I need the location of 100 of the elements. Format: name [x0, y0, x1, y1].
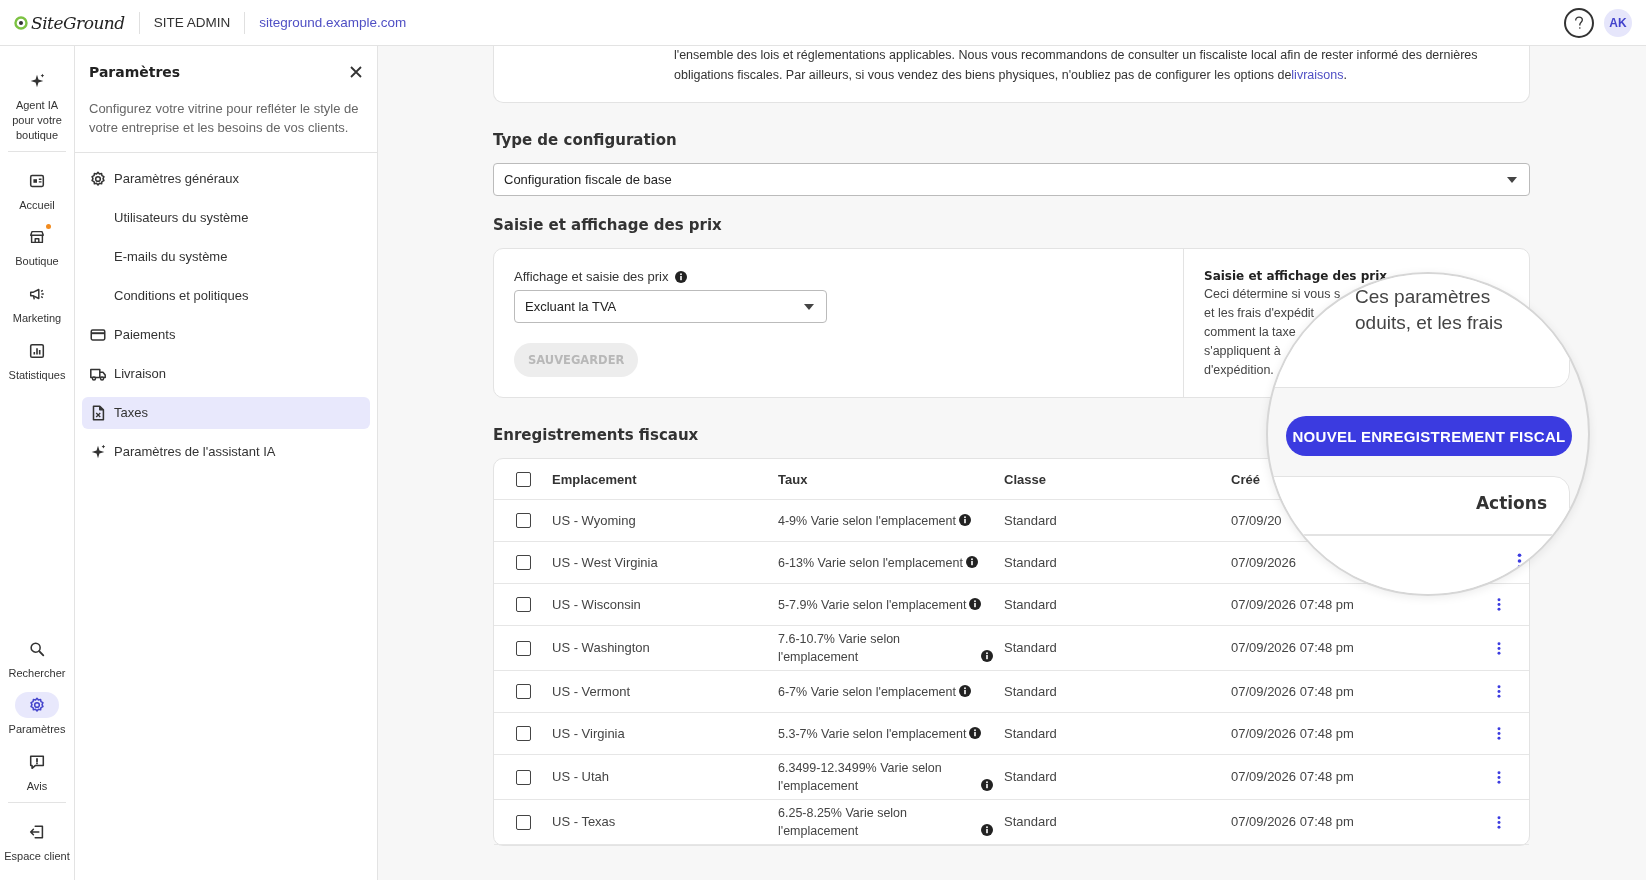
column-header: Taux	[778, 471, 809, 487]
help-icon[interactable]	[1564, 7, 1594, 38]
rail-item[interactable]: Statistiques	[8, 338, 66, 383]
help-text: Ceci détermine si vous s	[1204, 286, 1341, 303]
settings-menu-item[interactable]: Paramètres généraux	[82, 162, 370, 195]
table-cell-text: Standard	[1004, 682, 1058, 701]
table-cell-text: 07/09/2026 07:48 pm	[1231, 724, 1355, 743]
table-cell-text: 7.6-10.7% Varie selon l'emplacement	[778, 631, 902, 666]
table-cell-text: US - Wyoming	[552, 511, 637, 530]
table-cell-text: Standard	[1004, 553, 1058, 572]
row-checkbox[interactable]	[516, 555, 531, 570]
table-cell-text: 07/09/2026 07:48 pm	[1231, 639, 1355, 657]
rail-item[interactable]: Paramètres	[0, 692, 74, 738]
section-heading: Enregistrements fiscaux	[493, 426, 699, 444]
table-cell-text: Standard	[1004, 639, 1058, 657]
column-header: Créé	[1231, 471, 1261, 487]
close-icon[interactable]	[349, 65, 363, 79]
more-icon[interactable]	[1497, 770, 1501, 784]
settings-menu-item[interactable]: Paramètres de l'assistant IA	[82, 435, 370, 468]
row-checkbox[interactable]	[516, 640, 531, 656]
rail-item[interactable]: Boutique	[8, 224, 66, 270]
info-icon	[981, 824, 993, 836]
rail-item[interactable]: Avis	[0, 749, 74, 795]
magnified-text: oduits, et les frais	[1355, 312, 1503, 334]
column-header: Emplacement	[552, 471, 638, 487]
panel-title: Paramètres	[89, 64, 181, 80]
table-cell-text: US - Texas	[552, 813, 617, 831]
help-title: Saisie et affichage des prix	[1204, 269, 1388, 283]
table-cell-text: Standard	[1004, 813, 1058, 831]
table-cell-text: 4-9% Varie selon l'emplacement	[778, 512, 956, 530]
panel-description: Configurez votre vitrine pour refléter le style de votre entreprise et les besoins de vos clients.	[89, 100, 360, 137]
settings-menu-item[interactable]: Taxes	[82, 396, 370, 429]
table-cell-text: 6-13% Varie selon l'emplacement	[778, 554, 963, 572]
more-icon[interactable]	[1497, 685, 1501, 698]
info-icon	[969, 726, 982, 739]
new-tax-record-button[interactable]: NOUVEL ENREGISTREMENT FISCAL	[1286, 416, 1572, 456]
row-checkbox[interactable]	[516, 814, 531, 830]
table-cell-text: Standard	[1004, 724, 1058, 743]
table-cell-text: Standard	[1004, 768, 1058, 786]
notice-text: l'ensemble des lois et réglementations applicables. Nous vous recommandons de consulter un fiscaliste local afin de rester informé des dernières obligations fiscales. Par ailleurs, si vous vendez des biens physiques, n'oubliez pas de configurer les options delivraisons.	[674, 47, 1479, 84]
info-icon	[965, 555, 978, 568]
info-icon	[958, 684, 971, 697]
table-cell-text: 5.3-7% Varie selon l'emplacement	[778, 725, 967, 743]
help-text: comment la taxe	[1204, 324, 1296, 341]
price-display-select[interactable]: Excluant la TVA	[514, 290, 827, 323]
settings-icon	[28, 696, 46, 715]
rail-item[interactable]: Rechercher	[0, 635, 74, 681]
info-icon	[958, 513, 971, 526]
field-label: Affichage et saisie des prix	[514, 269, 669, 284]
section-heading: Saisie et affichage des prix	[493, 216, 722, 234]
table-cell-text: Standard	[1004, 511, 1058, 530]
rail-item[interactable]: Agent IA pour votre boutique	[0, 68, 74, 143]
table-cell-text: US - Vermont	[552, 682, 632, 701]
table-cell-text: US - West Virginia	[552, 553, 659, 572]
domain-link[interactable]: siteground.example.com	[259, 15, 407, 30]
more-icon[interactable]	[1497, 641, 1501, 655]
search-icon	[28, 639, 46, 658]
more-icon[interactable]	[1497, 727, 1501, 740]
row-checkbox[interactable]	[516, 684, 531, 699]
table-cell-text: 07/09/2026 07:48 pm	[1231, 682, 1355, 701]
table-cell-text: 6.3499-12.3499% Varie selon l'emplacement	[778, 760, 943, 795]
settings-menu-item[interactable]: Conditions et politiques	[82, 279, 370, 312]
info-icon	[969, 597, 982, 610]
settings-menu-item[interactable]: E-mails du système	[82, 240, 370, 273]
table-cell-text: US - Wisconsin	[552, 595, 642, 614]
user-avatar[interactable]: AK	[1604, 8, 1632, 37]
more-icon[interactable]	[1497, 598, 1501, 611]
select-all-checkbox[interactable]	[516, 471, 531, 487]
caret-icon	[1507, 176, 1517, 183]
table-cell-text: 6.25-8.25% Varie selon l'emplacement	[778, 805, 909, 840]
table-cell-text: 07/09/2026 07:48 pm	[1231, 595, 1355, 614]
logo-text: SiteGround	[31, 12, 125, 33]
settings-menu-item[interactable]: Paiements	[82, 318, 370, 351]
column-header: Classe	[1004, 471, 1047, 487]
more-icon[interactable]	[1497, 815, 1501, 829]
help-text: s'appliquent à	[1204, 343, 1281, 360]
settings-menu-item[interactable]: Livraison	[82, 357, 370, 390]
row-checkbox[interactable]	[516, 769, 531, 785]
table-cell-text: 07/09/20	[1231, 511, 1283, 530]
logo-icon	[14, 15, 28, 30]
table-cell-text: US - Utah	[552, 768, 611, 786]
site-admin-label: SITE ADMIN	[153, 15, 231, 30]
table-cell-text: 6-7% Varie selon l'emplacement	[778, 683, 956, 701]
help-text: d'expédition.	[1204, 362, 1274, 379]
info-icon	[675, 270, 688, 283]
help-text: et les frais d'expédit	[1204, 305, 1315, 322]
rail-item[interactable]: Accueil	[8, 167, 66, 213]
table-cell-text: 07/09/2026	[1231, 553, 1298, 572]
row-checkbox[interactable]	[516, 597, 531, 612]
configuration-select[interactable]: Configuration fiscale de base	[493, 163, 1530, 196]
info-icon	[981, 779, 993, 791]
table-cell-text: US - Washington	[552, 639, 651, 657]
section-heading: Type de configuration	[493, 131, 677, 149]
feedback-icon	[28, 753, 46, 772]
rail-item[interactable]: Marketing	[8, 281, 66, 327]
settings-menu-item[interactable]: Utilisateurs du système	[82, 201, 370, 234]
row-checkbox[interactable]	[516, 726, 531, 741]
chart-icon	[28, 342, 46, 361]
row-checkbox[interactable]	[516, 513, 531, 528]
table-cell-text: 07/09/2026 07:48 pm	[1231, 768, 1355, 786]
